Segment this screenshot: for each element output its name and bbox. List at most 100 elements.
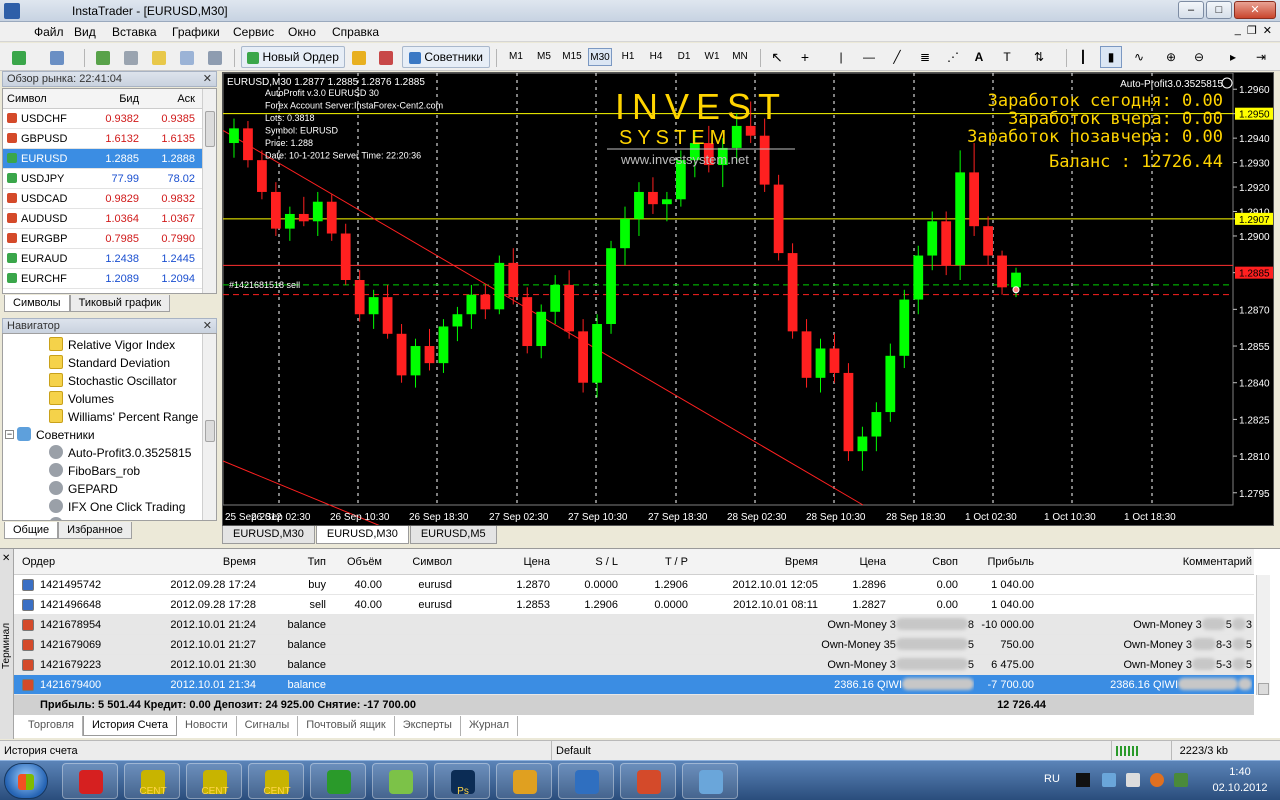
maximize-button[interactable]: □ xyxy=(1206,1,1232,19)
scroll-thumb[interactable] xyxy=(205,420,215,442)
mdi-restore-icon[interactable]: ❐ xyxy=(1247,24,1257,37)
minimize-button[interactable]: – xyxy=(1178,1,1204,19)
history-row[interactable]: 1421679223 2012.10.01 21:30 balance Own-Mon… xyxy=(14,655,1254,675)
terminal-button[interactable] xyxy=(176,46,198,68)
tray-update-icon[interactable] xyxy=(1150,773,1164,787)
col-header[interactable]: S / L xyxy=(554,549,618,575)
navigator-item[interactable]: IFX MR xyxy=(3,516,216,520)
timeframe-m30[interactable]: M30 xyxy=(588,48,612,66)
taskbar-app-11[interactable] xyxy=(682,763,738,799)
tray-volume-icon[interactable] xyxy=(1126,773,1140,787)
taskbar-app-10[interactable] xyxy=(620,763,676,799)
navigator-item[interactable]: Standard Deviation xyxy=(3,354,216,372)
taskbar-app-9[interactable] xyxy=(558,763,614,799)
terminal-tab[interactable]: Новости xyxy=(177,716,237,736)
history-row[interactable]: 1421495742 2012.09.28 17:24 buy 40.00 eurusd… xyxy=(14,575,1254,595)
taskbar-app-1[interactable] xyxy=(62,763,118,799)
language-indicator[interactable]: RU xyxy=(1044,773,1060,785)
metaeditor-button[interactable] xyxy=(348,46,370,68)
mdi-minimize-icon[interactable]: _ xyxy=(1235,24,1241,37)
taskbar-app-6[interactable] xyxy=(372,763,428,799)
text-tool[interactable]: A xyxy=(968,46,990,68)
symbol-row[interactable]: EURCHF 1.2089 1.2094 xyxy=(3,269,216,289)
tray-security-icon[interactable] xyxy=(1174,773,1188,787)
symbol-row[interactable]: EURAUD 1.2438 1.2445 xyxy=(3,249,216,269)
navigator-item[interactable]: GEPARD xyxy=(3,480,216,498)
taskbar-app-8[interactable] xyxy=(496,763,552,799)
timeframe-m5[interactable]: M5 xyxy=(532,48,556,66)
trendline-tool[interactable]: ╱ xyxy=(886,46,908,68)
candlestick-button[interactable]: ▮ xyxy=(1100,46,1122,68)
menu-charts[interactable]: Графики xyxy=(172,25,220,39)
navigator-item[interactable]: Relative Vigor Index xyxy=(3,336,216,354)
history-scrollbar[interactable] xyxy=(1256,575,1270,695)
new-order-button[interactable]: Новый Ордер xyxy=(241,46,345,68)
timeframe-mn[interactable]: MN xyxy=(728,48,752,66)
col-header[interactable]: Время xyxy=(110,549,256,575)
chart-shift-button[interactable]: ⇥ xyxy=(1250,46,1272,68)
start-button[interactable] xyxy=(4,763,48,799)
profiles-button[interactable] xyxy=(46,46,68,68)
col-symbol[interactable]: Символ xyxy=(3,89,85,108)
taskbar-app-5[interactable] xyxy=(310,763,366,799)
terminal-tab[interactable]: Торговля xyxy=(20,716,83,736)
taskbar-app-7[interactable]: Ps xyxy=(434,763,490,799)
scroll-thumb[interactable] xyxy=(1258,683,1269,695)
timeframe-m15[interactable]: M15 xyxy=(560,48,584,66)
terminal-tab[interactable]: Почтовый ящик xyxy=(298,716,395,736)
market-watch-button[interactable] xyxy=(92,46,114,68)
data-window-button[interactable] xyxy=(120,46,142,68)
col-header[interactable]: Время xyxy=(692,549,818,575)
chart-canvas[interactable]: 1.29601.29501.29401.29301.29201.29101.29… xyxy=(223,73,1274,526)
clock-time[interactable]: 1:40 xyxy=(1218,766,1262,778)
close-icon[interactable]: ✕ xyxy=(203,72,212,86)
experts-toggle-button[interactable]: Советники xyxy=(402,46,490,68)
tray-network-icon[interactable] xyxy=(1102,773,1116,787)
symbol-row[interactable]: USDJPY 77.99 78.02 xyxy=(3,169,216,189)
col-header[interactable]: Цена xyxy=(456,549,550,575)
timeframe-d1[interactable]: D1 xyxy=(672,48,696,66)
mdi-close-icon[interactable]: ✕ xyxy=(1263,24,1272,37)
label-tool[interactable]: T xyxy=(996,46,1018,68)
channel-tool[interactable]: ⋰ xyxy=(942,46,964,68)
zoom-out-button[interactable]: ⊖ xyxy=(1188,46,1210,68)
col-header[interactable]: Ордер xyxy=(22,549,82,575)
cursor-tool[interactable]: ↖ xyxy=(766,46,788,68)
history-row[interactable]: 1421496648 2012.09.28 17:28 sell 40.00 eurus… xyxy=(14,595,1254,615)
bar-chart-button[interactable]: ┃ xyxy=(1072,46,1094,68)
market-watch-scrollbar[interactable] xyxy=(202,89,216,293)
chart-tab-eurusd-m30-b[interactable]: EURUSD,M30 xyxy=(315,526,409,544)
col-header[interactable]: Комментарий xyxy=(1038,549,1252,575)
terminal-tab[interactable]: Журнал xyxy=(461,716,519,736)
col-ask[interactable]: Аск xyxy=(141,89,197,108)
symbol-row[interactable]: USDCAD 0.9829 0.9832 xyxy=(3,189,216,209)
quotes-button[interactable] xyxy=(375,46,397,68)
scroll-thumb[interactable] xyxy=(205,111,215,147)
navigator-item[interactable]: Williams' Percent Range xyxy=(3,408,216,426)
symbol-row[interactable]: AUDUSD 1.0364 1.0367 xyxy=(3,209,216,229)
tab-tick-chart[interactable]: Тиковый график xyxy=(69,295,171,312)
timeframe-h4[interactable]: H4 xyxy=(644,48,668,66)
terminal-tab[interactable]: Сигналы xyxy=(237,716,299,736)
strategy-tester-button[interactable] xyxy=(204,46,226,68)
tab-common[interactable]: Общие xyxy=(4,522,59,539)
col-header[interactable]: Цена xyxy=(822,549,886,575)
menu-view[interactable]: Вид xyxy=(74,25,96,39)
line-chart-button[interactable]: ∿ xyxy=(1128,46,1150,68)
navigator-item[interactable]: Auto-Profit3.0.3525815 xyxy=(3,444,216,462)
chart-tab-eurusd-m5[interactable]: EURUSD,M5 xyxy=(409,526,497,544)
navigator-item[interactable]: IFX One Click Trading xyxy=(3,498,216,516)
col-header[interactable]: Тип xyxy=(260,549,326,575)
fibonacci-tool[interactable]: ≣ xyxy=(914,46,936,68)
menu-window[interactable]: Окно xyxy=(288,25,316,39)
history-row[interactable]: 1421679069 2012.10.01 21:27 balance Own-Mon… xyxy=(14,635,1254,655)
navigator-item[interactable]: Stochastic Oscillator xyxy=(3,372,216,390)
navigator-item[interactable]: − Советники xyxy=(3,426,216,444)
menu-file[interactable]: Файл xyxy=(34,25,64,39)
tab-symbols[interactable]: Символы xyxy=(4,295,70,312)
tab-favorites[interactable]: Избранное xyxy=(58,522,132,539)
terminal-tab[interactable]: Эксперты xyxy=(395,716,461,736)
autoscroll-button[interactable]: ▸ xyxy=(1222,46,1244,68)
col-header[interactable]: T / P xyxy=(622,549,688,575)
menu-help[interactable]: Справка xyxy=(332,25,379,39)
